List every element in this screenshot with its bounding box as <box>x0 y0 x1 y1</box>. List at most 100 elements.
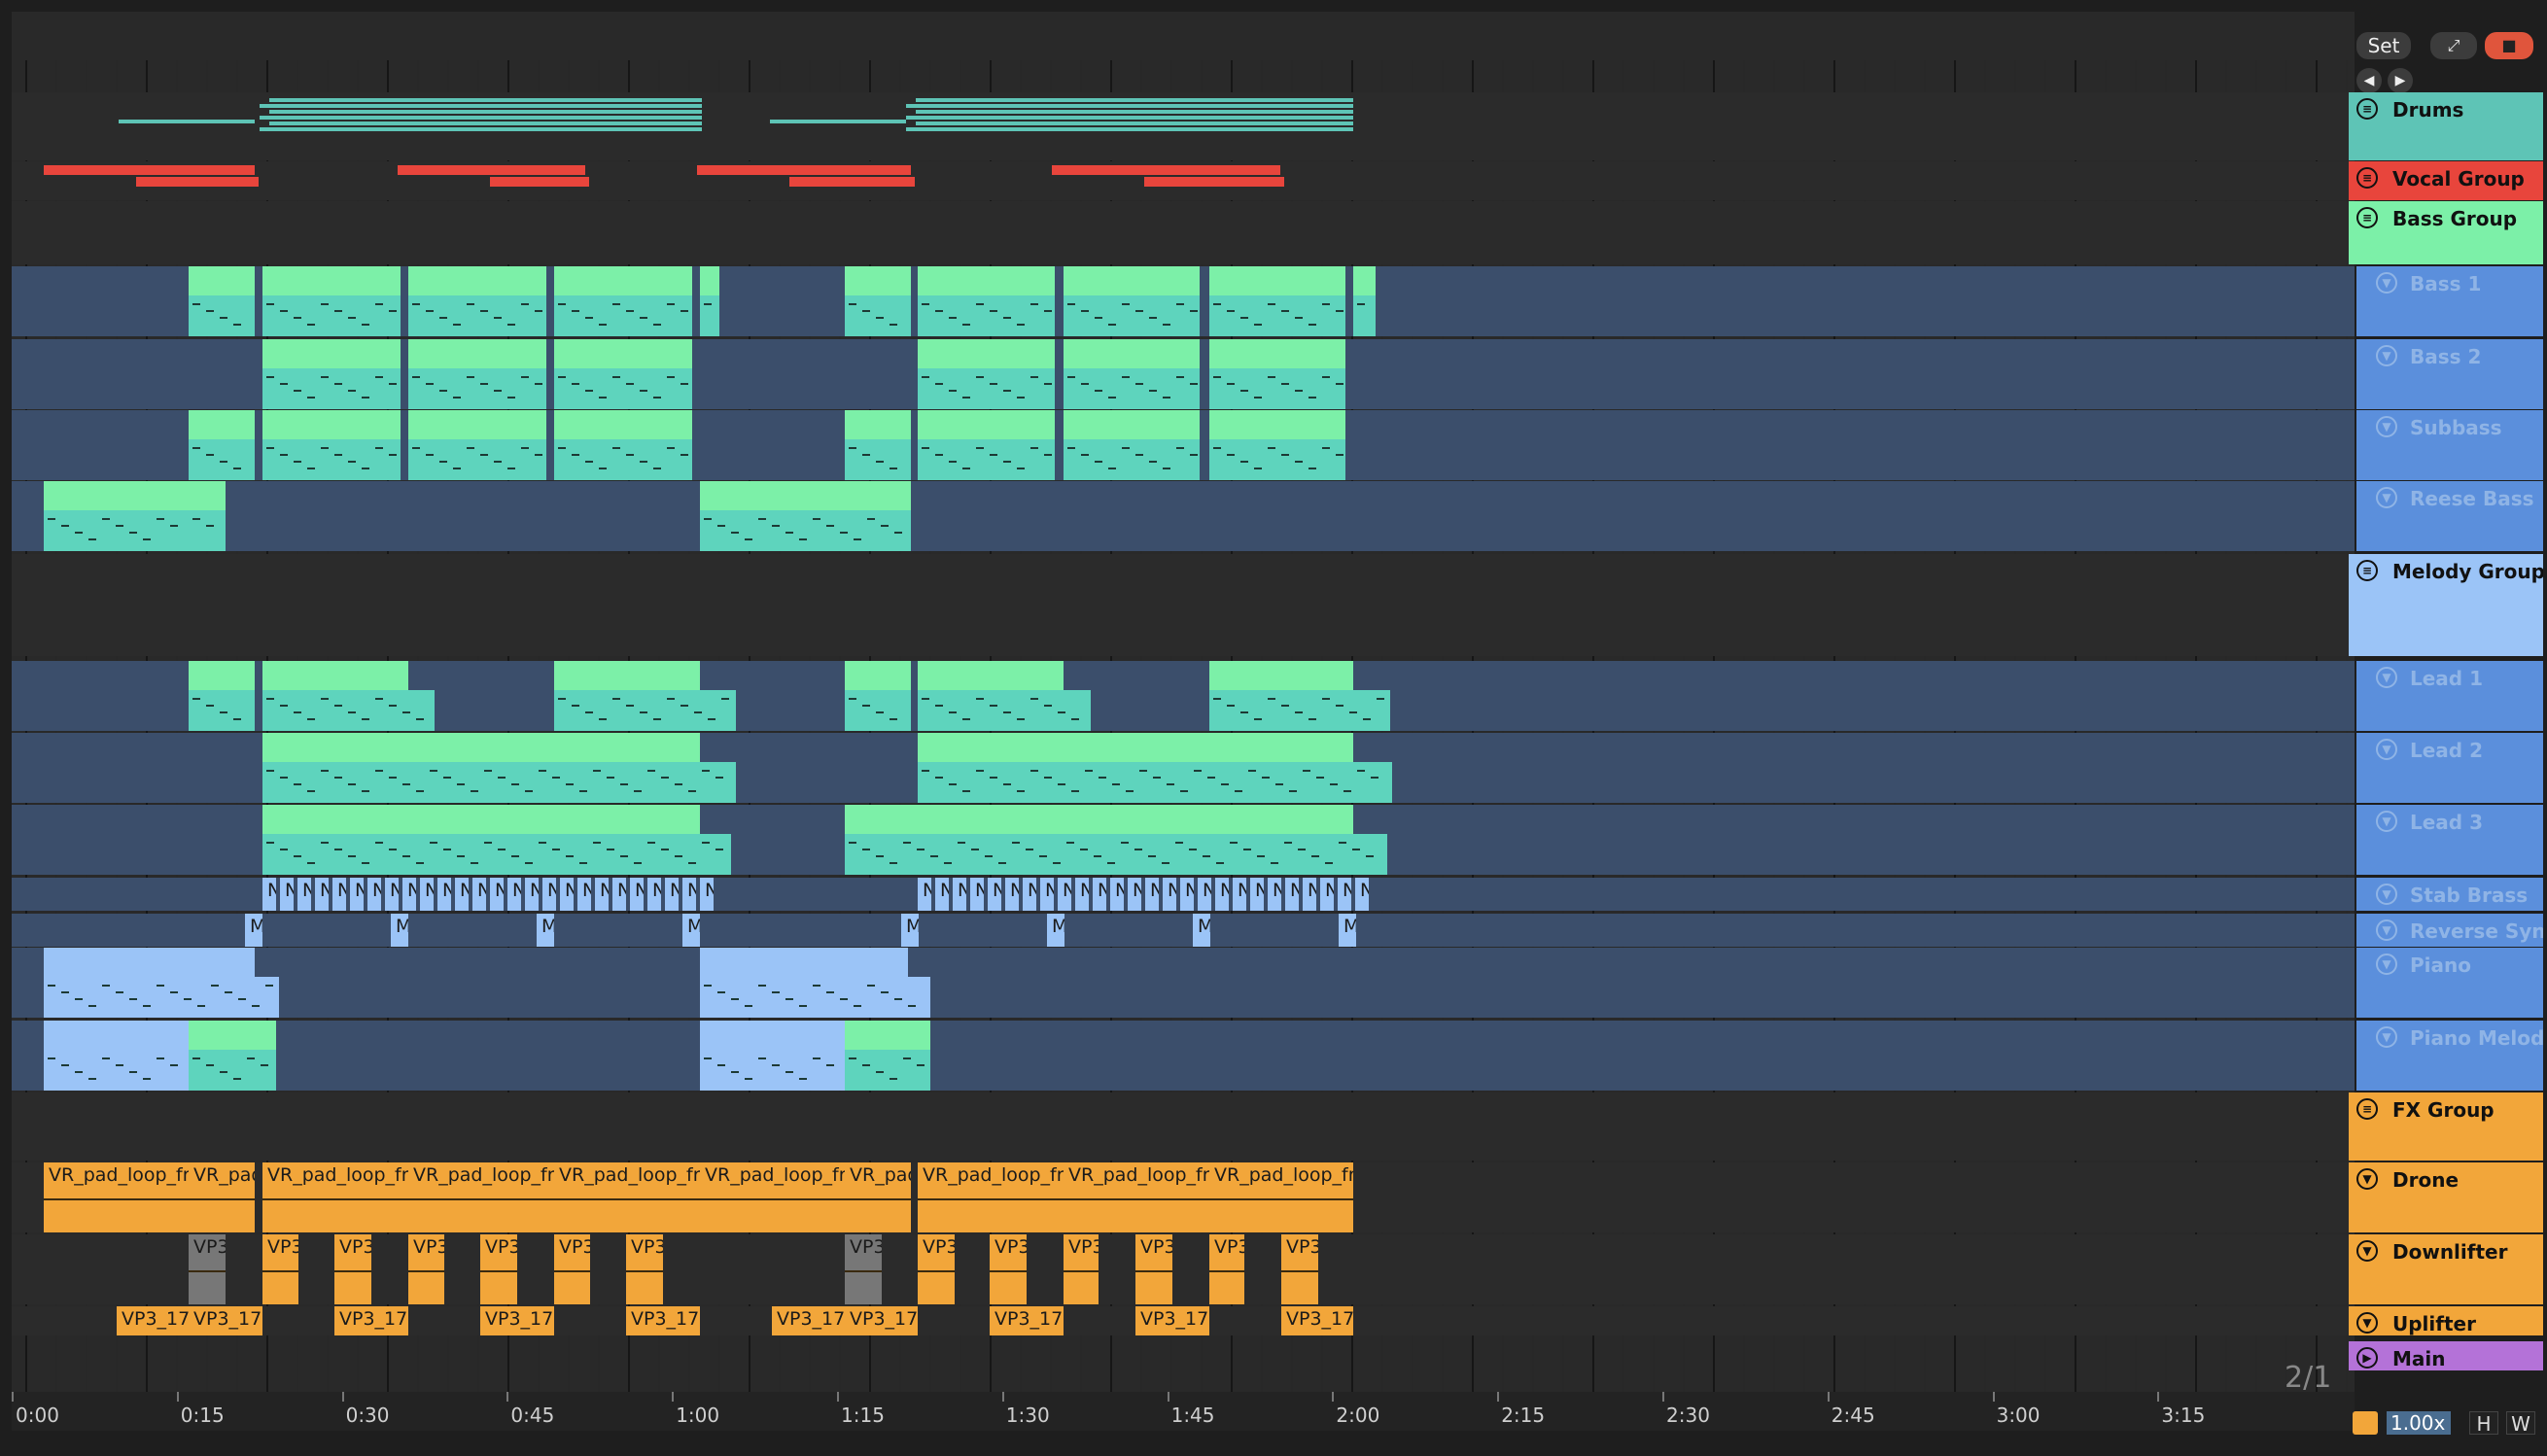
stab-clip[interactable]: N <box>455 878 469 911</box>
stab-clip[interactable]: N <box>1198 878 1211 911</box>
track-header-drums[interactable]: ≡ Drums <box>2349 92 2543 160</box>
lane-piano[interactable] <box>12 948 2355 1018</box>
track-header-bass-group[interactable]: ≡ Bass Group <box>2349 201 2543 264</box>
arrangement-view[interactable]: NNNNNNNNNNNNNNNNNNNNNNNNNNNNNNNNNNNNNNNN… <box>12 12 2355 1392</box>
drum-overview-clip[interactable] <box>906 104 1353 108</box>
midi-clip[interactable] <box>554 266 692 336</box>
midi-clip[interactable] <box>845 266 911 336</box>
track-fold-icon[interactable]: ▼ <box>2376 345 2397 366</box>
track-header-reverse-synt[interactable]: ▼ Reverse Synt <box>2356 914 2543 947</box>
audio-clip[interactable]: VR_pad_lo <box>189 1162 255 1232</box>
group-fold-icon[interactable]: ≡ <box>2356 98 2378 120</box>
reverse-clip[interactable]: MH <box>245 914 262 947</box>
audio-clip[interactable]: VP3_172_FX <box>480 1306 554 1335</box>
drum-overview-clip[interactable] <box>916 98 1353 102</box>
stab-clip[interactable]: N <box>577 878 591 911</box>
track-header-reese-bass[interactable]: ▼ Reese Bass <box>2356 481 2543 551</box>
drum-overview-clip[interactable] <box>260 104 702 108</box>
midi-clip[interactable] <box>262 733 736 803</box>
muted-audio-clip[interactable]: VP3_F <box>845 1234 882 1304</box>
track-header-bass-1[interactable]: ▼ Bass 1 <box>2356 266 2543 336</box>
stab-clip[interactable]: N <box>437 878 451 911</box>
drum-overview-clip[interactable] <box>916 110 1353 114</box>
track-fold-icon[interactable]: ▼ <box>2376 919 2397 941</box>
audio-clip[interactable]: VP3_172_FX <box>1281 1306 1353 1335</box>
stab-clip[interactable]: N <box>350 878 364 911</box>
track-fold-icon[interactable]: ▼ <box>2376 667 2397 688</box>
midi-clip[interactable] <box>554 339 692 409</box>
audio-clip[interactable]: VP3_172_FX <box>772 1306 845 1335</box>
vocal-overview-clip[interactable] <box>1144 177 1284 187</box>
audio-clip[interactable]: VR_pad_loop_frozenrhodes <box>554 1162 700 1232</box>
midi-clip[interactable] <box>408 339 546 409</box>
stab-clip[interactable]: N <box>665 878 679 911</box>
audio-clip[interactable]: VR_pad_loop_frozenrhodes <box>408 1162 554 1232</box>
track-header-drone[interactable]: ▼ Drone <box>2349 1162 2543 1232</box>
audio-clip[interactable]: VP3_172_FX <box>189 1306 262 1335</box>
disabled-clip[interactable] <box>700 805 731 834</box>
reverse-clip[interactable]: MH <box>1047 914 1064 947</box>
midi-clip[interactable] <box>1209 410 1345 480</box>
midi-clip[interactable] <box>918 733 1392 803</box>
track-header-piano[interactable]: ▼ Piano <box>2356 948 2543 1018</box>
audio-clip[interactable]: VP3_F <box>408 1234 444 1304</box>
stab-clip[interactable]: N <box>1233 878 1246 911</box>
midi-clip[interactable] <box>262 266 401 336</box>
track-header-stab-brass[interactable]: ▼ Stab Brass <box>2356 878 2543 911</box>
stab-clip[interactable]: N <box>525 878 539 911</box>
disabled-clip[interactable] <box>1353 733 1392 762</box>
midi-clip[interactable] <box>189 481 226 551</box>
lane-piano-melody[interactable] <box>12 1021 2355 1091</box>
audio-clip[interactable]: VP3_172_FX <box>117 1306 189 1335</box>
stab-clip[interactable]: N <box>1040 878 1054 911</box>
lane-fx-group[interactable] <box>12 1092 2355 1161</box>
stab-clip[interactable]: N <box>612 878 626 911</box>
audio-clip[interactable]: VP3_F <box>1064 1234 1099 1304</box>
vocal-overview-clip[interactable] <box>1052 165 1280 175</box>
audio-clip[interactable]: VP3_172_FX <box>1135 1306 1209 1335</box>
stab-clip[interactable]: N <box>490 878 504 911</box>
midi-clip[interactable] <box>700 1021 845 1091</box>
stab-clip[interactable]: N <box>935 878 949 911</box>
vocal-overview-clip[interactable] <box>789 177 915 187</box>
audio-clip[interactable]: VP3_F <box>334 1234 371 1304</box>
disabled-clip[interactable] <box>408 661 435 690</box>
reverse-clip[interactable]: MH <box>537 914 554 947</box>
audio-clip[interactable]: VP3_172_FX <box>990 1306 1064 1335</box>
lane-reverse-synt[interactable] <box>12 914 2355 947</box>
stab-clip[interactable]: N <box>595 878 609 911</box>
midi-clip[interactable] <box>44 481 189 551</box>
midi-clip[interactable] <box>918 339 1055 409</box>
reverse-clip[interactable]: MH <box>682 914 700 947</box>
stab-clip[interactable]: N <box>970 878 984 911</box>
midi-clip[interactable] <box>1064 266 1200 336</box>
stab-clip[interactable]: N <box>560 878 574 911</box>
audio-clip[interactable]: VR_pad_lo <box>845 1162 911 1232</box>
stab-clip[interactable]: N <box>542 878 556 911</box>
audio-clip[interactable]: VP3_F <box>918 1234 955 1304</box>
reverse-clip[interactable]: MH <box>1193 914 1210 947</box>
stab-clip[interactable]: N <box>297 878 311 911</box>
drum-overview-clip[interactable] <box>906 127 1353 131</box>
track-header-downlifter[interactable]: ▼ Downlifter <box>2349 1234 2543 1304</box>
audio-clip[interactable]: VR_pad_loop_frozenrhodes <box>700 1162 845 1232</box>
reverse-clip[interactable]: MH <box>391 914 408 947</box>
vocal-overview-clip[interactable] <box>136 177 259 187</box>
stab-clip[interactable]: N <box>1320 878 1334 911</box>
disabled-clip[interactable] <box>700 661 736 690</box>
stab-clip[interactable]: N <box>420 878 434 911</box>
stab-clip[interactable]: N <box>953 878 966 911</box>
stab-clip[interactable]: N <box>1128 878 1141 911</box>
stab-clip[interactable]: N <box>1058 878 1071 911</box>
stab-clip[interactable]: N <box>918 878 931 911</box>
drum-overview-clip[interactable] <box>269 121 702 125</box>
vocal-overview-clip[interactable] <box>490 177 589 187</box>
track-header-piano-melody[interactable]: ▼ Piano Melody <box>2356 1021 2543 1091</box>
midi-clip[interactable] <box>700 481 911 551</box>
midi-clip[interactable] <box>408 410 546 480</box>
midi-clip[interactable] <box>700 948 930 1018</box>
stab-clip[interactable]: N <box>262 878 276 911</box>
disabled-clip[interactable] <box>700 733 736 762</box>
drum-overview-clip[interactable] <box>770 120 906 123</box>
audio-clip[interactable]: VP3_F <box>626 1234 663 1304</box>
